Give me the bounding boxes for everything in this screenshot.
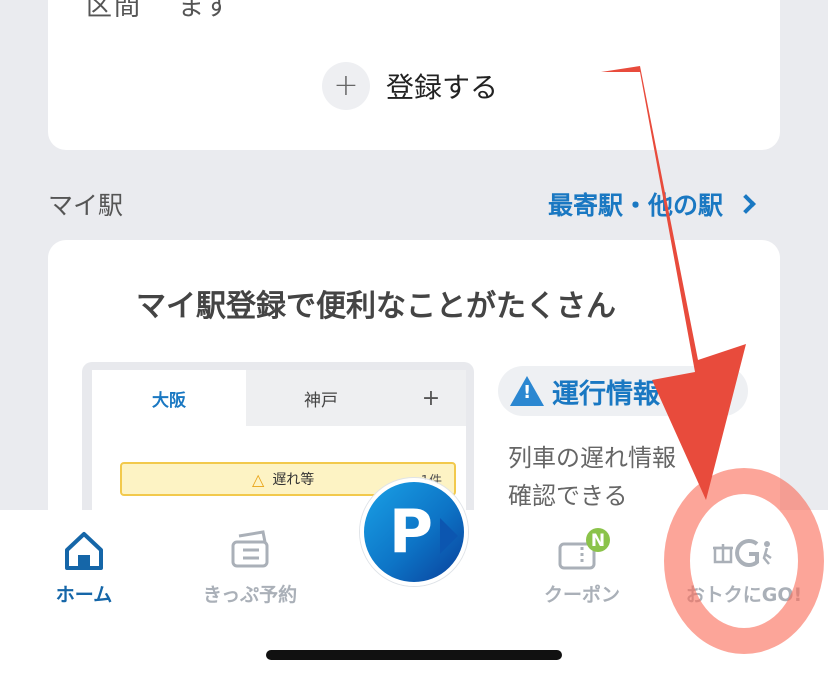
annotation-arrow	[601, 66, 746, 500]
